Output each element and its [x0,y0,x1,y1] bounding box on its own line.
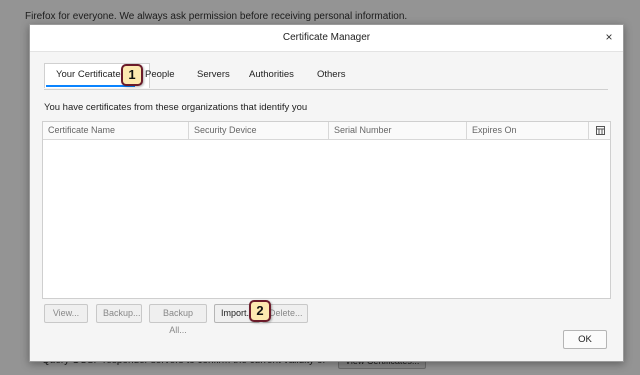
intro-text: You have certificates from these organiz… [44,102,308,113]
column-serial-number[interactable]: Serial Number [329,122,467,139]
column-certificate-name[interactable]: Certificate Name [43,122,189,139]
tab-people[interactable]: People [145,69,175,80]
column-picker-icon[interactable] [591,122,610,139]
tab-servers[interactable]: Servers [197,69,230,80]
backup-button[interactable]: Backup... [96,304,142,323]
close-icon[interactable]: × [602,30,616,44]
column-expires-on[interactable]: Expires On [467,122,589,139]
backup-all-button[interactable]: Backup All... [149,304,207,335]
certificate-manager-dialog: Certificate Manager × Your Certificates … [29,24,624,362]
tab-your-certificates[interactable]: Your Certificates [45,69,136,87]
ok-button[interactable]: OK [563,330,607,349]
tab-authorities[interactable]: Authorities [249,69,294,80]
certificate-list[interactable]: Certificate Name Security Device Serial … [42,121,611,299]
callout-badge-2: 2 [249,300,271,322]
dialog-title: Certificate Manager [282,32,371,43]
tab-others[interactable]: Others [317,69,346,80]
view-button[interactable]: View... [44,304,88,323]
dialog-titlebar: Certificate Manager × [30,25,623,52]
column-header-row: Certificate Name Security Device Serial … [43,122,610,140]
callout-badge-1: 1 [121,64,143,86]
column-security-device[interactable]: Security Device [189,122,329,139]
